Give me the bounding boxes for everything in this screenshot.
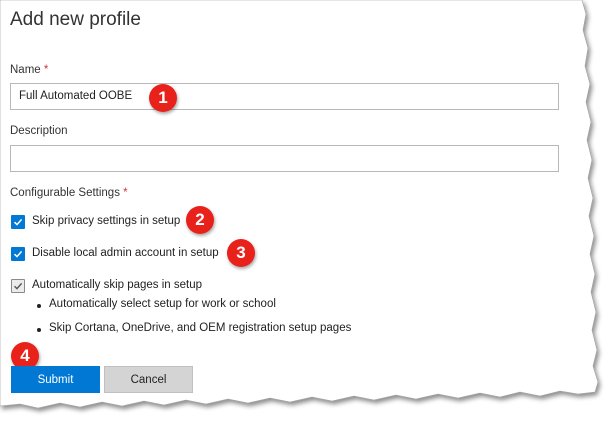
skip-privacy-checkbox[interactable] [11,215,25,229]
name-input-value: Full Automated OOBE [19,90,133,102]
description-label: Description [10,125,68,137]
disable-admin-label[interactable]: Disable local admin account in setup [32,247,219,259]
callout-badge-1: 1 [149,84,177,112]
checkmark-icon [13,218,23,226]
list-item: Skip Cortana, OneDrive, and OEM registra… [49,322,352,334]
bullet-icon [37,328,41,332]
auto-skip-pages-checkbox[interactable] [11,279,25,293]
bullet-icon [37,304,41,308]
page-title: Add new profile [10,9,141,30]
settings-label: Configurable Settings * [10,187,128,199]
checkmark-icon [13,250,23,258]
cancel-button[interactable]: Cancel [104,366,193,393]
submit-button[interactable]: Submit [11,366,100,393]
list-item: Automatically select setup for work or s… [49,298,276,310]
skip-privacy-label[interactable]: Skip privacy settings in setup [32,215,180,227]
name-label: Name * [10,64,48,76]
disable-admin-checkbox[interactable] [11,247,25,261]
name-label-text: Name [10,64,41,76]
settings-label-text: Configurable Settings [10,187,120,199]
auto-skip-pages-label[interactable]: Automatically skip pages in setup [32,279,202,291]
add-profile-panel: Add new profile Name * Full Automated OO… [0,0,616,426]
required-mark: * [123,187,128,199]
description-input[interactable] [10,145,559,172]
name-input[interactable]: Full Automated OOBE [10,83,559,110]
required-mark: * [43,64,49,76]
callout-badge-2: 2 [186,206,214,234]
checkmark-icon [14,282,23,290]
callout-badge-3: 3 [227,239,255,267]
